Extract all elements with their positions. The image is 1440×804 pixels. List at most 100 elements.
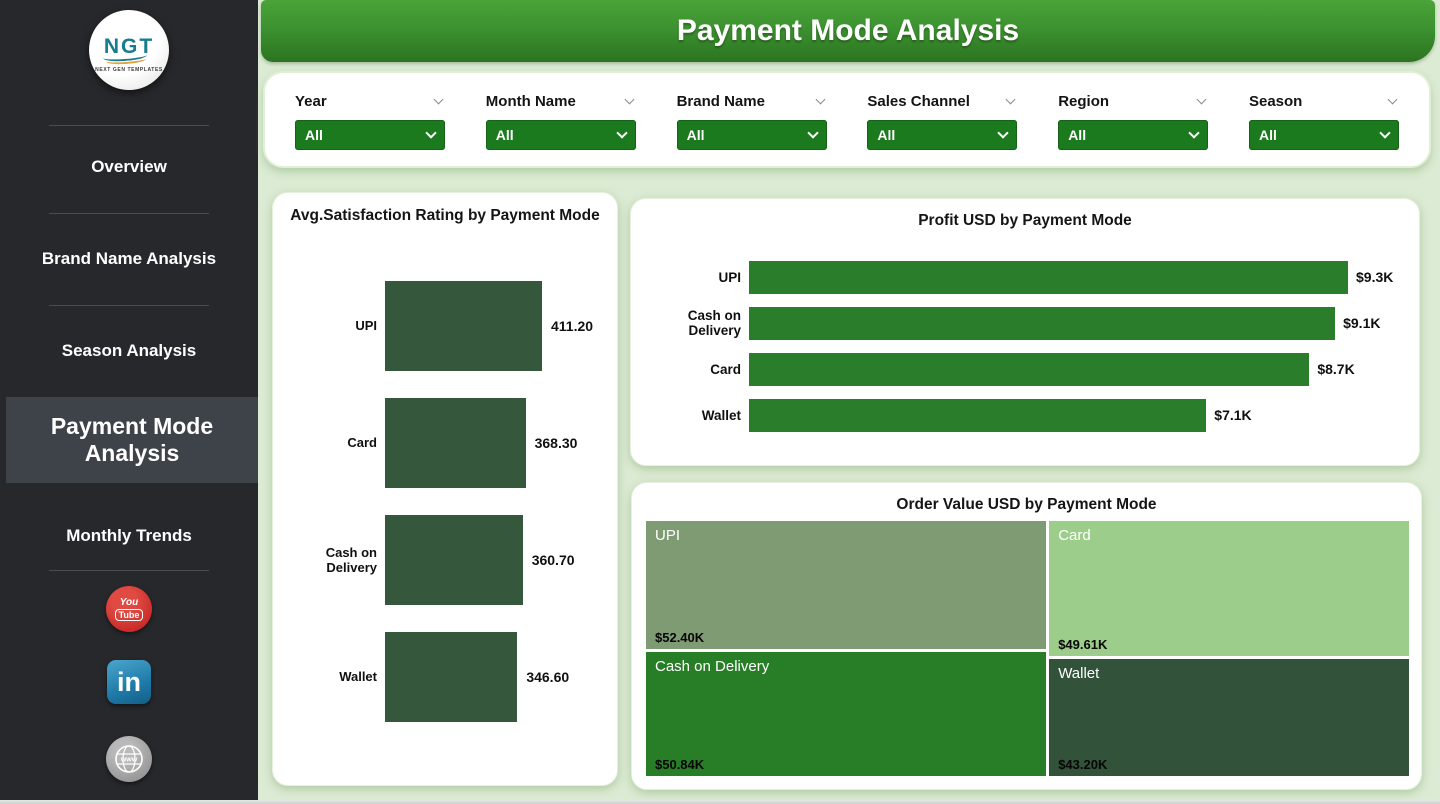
filter-label: Season	[1249, 93, 1302, 110]
category-label: Wallet	[281, 669, 385, 684]
website-globe-icon[interactable]: www	[106, 736, 152, 782]
treemap-tile-upi[interactable]: UPI$52.40K	[646, 521, 1046, 649]
value-label: $8.7K	[1317, 361, 1354, 377]
value-label: 411.20	[551, 318, 593, 334]
category-label: Cash on Delivery	[639, 308, 749, 338]
filter-label-row: Month Name	[486, 92, 636, 110]
bar-upi[interactable]	[385, 281, 542, 371]
report-canvas: Payment Mode Analysis Year All Month Name A…	[258, 0, 1440, 800]
filter-label-row: Sales Channel	[867, 92, 1017, 110]
treemap-tile-wallet[interactable]: Wallet$43.20K	[1049, 659, 1409, 776]
bar-cash-on-delivery[interactable]	[749, 307, 1335, 340]
chart-profit-usd: Profit USD by Payment Mode UPI$9.3KCash …	[630, 198, 1420, 466]
bar-card[interactable]	[385, 398, 526, 488]
category-label: Cash on Delivery	[281, 545, 385, 575]
tile-value: $52.40K	[655, 630, 704, 645]
tile-name: Cash on Delivery	[655, 658, 769, 675]
chevron-down-icon	[425, 127, 436, 138]
filter-label: Brand Name	[677, 93, 765, 110]
filter-selected-value: All	[305, 127, 323, 143]
tile-value: $50.84K	[655, 757, 704, 772]
filter-region: Region All	[1058, 92, 1208, 166]
tile-value: $49.61K	[1058, 637, 1107, 652]
chart-title: Order Value USD by Payment Mode	[632, 496, 1421, 514]
chart-avg-satisfaction-rating: Avg.Satisfaction Rating by Payment Mode …	[272, 192, 618, 786]
bar-rows: UPI 411.20 Card 368.30 Cash on Delivery 360.7…	[281, 267, 611, 735]
linkedin-icon[interactable]: in	[107, 660, 151, 704]
sidebar-item-brand-name-analysis[interactable]: Brand Name Analysis	[0, 239, 258, 279]
chevron-down-icon[interactable]	[815, 94, 825, 104]
tile-name: Wallet	[1058, 665, 1099, 682]
filter-selected-value: All	[687, 127, 705, 143]
filter-label-row: Region	[1058, 92, 1208, 110]
filter-selected-value: All	[496, 127, 514, 143]
sidebar-item-overview[interactable]: Overview	[0, 147, 258, 187]
filter-dropdown-month-name[interactable]: All	[486, 120, 636, 150]
chevron-down-icon[interactable]	[624, 94, 634, 104]
filter-year: Year All	[295, 92, 445, 166]
bar-row-cash-on-delivery: Cash on Delivery $9.1K	[639, 300, 1411, 346]
filter-dropdown-sales-channel[interactable]: All	[867, 120, 1017, 150]
filter-dropdown-region[interactable]: All	[1058, 120, 1208, 150]
sidebar-item-monthly-trends[interactable]: Monthly Trends	[0, 516, 258, 556]
bar-rows: UPI $9.3K Cash on Delivery $9.1K Card$8.7KWa…	[639, 254, 1411, 438]
filter-brand-name: Brand Name All	[677, 92, 827, 166]
bar-row-wallet: Wallet346.60	[281, 618, 611, 735]
chevron-down-icon[interactable]	[1006, 94, 1016, 104]
filter-dropdown-season[interactable]: All	[1249, 120, 1399, 150]
filter-bar: YearAllMonth NameAllBrand NameAllSales C…	[263, 71, 1431, 168]
youtube-icon-text2: Tube	[115, 609, 144, 621]
value-label: $9.3K	[1356, 269, 1393, 285]
linkedin-icon-text: in	[117, 669, 141, 696]
category-label: UPI	[639, 270, 749, 285]
chevron-down-icon	[998, 127, 1009, 138]
bar-row-card: Card 368.30	[281, 384, 611, 501]
value-label: 368.30	[535, 435, 578, 451]
chevron-down-icon[interactable]	[1197, 94, 1207, 104]
bar-card[interactable]	[749, 353, 1309, 386]
filter-label-row: Year	[295, 92, 445, 110]
chevron-down-icon[interactable]	[434, 94, 444, 104]
youtube-icon[interactable]: You Tube	[106, 586, 152, 632]
sidebar-item-payment-mode-analysis[interactable]: Payment Mode Analysis	[6, 397, 258, 483]
filter-label: Year	[295, 93, 327, 110]
treemap-tile-card[interactable]: Card$49.61K	[1049, 521, 1409, 656]
treemap: UPI$52.40K Cash on Delivery $50.84K Card$49…	[646, 521, 1409, 776]
filter-month-name: Month Name All	[486, 92, 636, 166]
bar-upi[interactable]	[749, 261, 1348, 294]
bar-row-upi: UPI $9.3K	[639, 254, 1411, 300]
sidebar-item-season-analysis[interactable]: Season Analysis	[0, 331, 258, 371]
treemap-column-right: Card$49.61KWallet$43.20K	[1049, 521, 1409, 776]
chevron-down-icon	[1189, 127, 1200, 138]
page-title-banner: Payment Mode Analysis	[261, 0, 1435, 62]
filter-label: Month Name	[486, 93, 576, 110]
bar-row-wallet: Wallet$7.1K	[639, 392, 1411, 438]
youtube-icon-text: You	[120, 597, 139, 608]
bar-row-card: Card$8.7K	[639, 346, 1411, 392]
bottom-edge	[0, 800, 1440, 804]
chevron-down-icon[interactable]	[1388, 94, 1398, 104]
chevron-down-icon	[1379, 127, 1390, 138]
value-label: 360.70	[532, 552, 575, 568]
globe-glyph: www	[113, 743, 145, 775]
sidebar: NGT NEXT GEN TEMPLATES OverviewBrand Nam…	[0, 0, 258, 800]
treemap-tile-cash-on-delivery[interactable]: Cash on Delivery $50.84K	[646, 652, 1046, 776]
svg-text:www: www	[120, 757, 138, 764]
filter-dropdown-brand-name[interactable]: All	[677, 120, 827, 150]
category-label: Card	[281, 435, 385, 450]
bar-wallet[interactable]	[749, 399, 1206, 432]
bar-cash-on-delivery[interactable]	[385, 515, 523, 605]
filter-selected-value: All	[1068, 127, 1086, 143]
chart-order-value-treemap: Order Value USD by Payment Mode UPI$52.4…	[631, 482, 1422, 790]
value-label: $9.1K	[1343, 315, 1380, 331]
page-title: Payment Mode Analysis	[677, 14, 1019, 48]
category-label: UPI	[281, 318, 385, 333]
filter-sales-channel: Sales Channel All	[867, 92, 1017, 166]
bar-row-cash-on-delivery: Cash on Delivery 360.70	[281, 501, 611, 618]
filter-dropdown-year[interactable]: All	[295, 120, 445, 150]
bar-row-upi: UPI 411.20	[281, 267, 611, 384]
bar-wallet[interactable]	[385, 632, 517, 722]
filter-label: Region	[1058, 93, 1109, 110]
filter-selected-value: All	[1259, 127, 1277, 143]
chevron-down-icon	[616, 127, 627, 138]
